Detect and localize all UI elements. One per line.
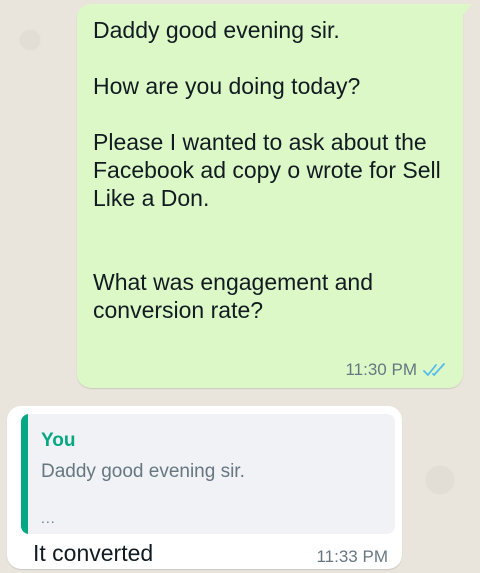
outgoing-message-bubble[interactable]: Daddy good evening sir. How are you doin…: [77, 4, 472, 388]
incoming-message-text: It converted: [33, 540, 154, 566]
double-check-read-icon: [423, 363, 445, 376]
incoming-message-bubble[interactable]: You Daddy good evening sir. ... It conve…: [7, 406, 402, 569]
quote-ellipsis: ...: [41, 510, 56, 526]
outgoing-message-text: Daddy good evening sir. How are you doin…: [93, 17, 441, 323]
quote-accent-bar: [21, 414, 28, 534]
outgoing-message-meta: 11:30 PM: [345, 360, 449, 380]
quote-text: Daddy good evening sir.: [41, 461, 245, 482]
outgoing-message-time: 11:30 PM: [345, 360, 417, 379]
quoted-reply[interactable]: You Daddy good evening sir. ...: [21, 414, 395, 534]
chat-background: Daddy good evening sir. How are you doin…: [0, 0, 480, 573]
incoming-message-time: 11:33 PM: [316, 547, 388, 566]
bubble-tail: [462, 4, 472, 16]
quote-author: You: [41, 430, 76, 451]
